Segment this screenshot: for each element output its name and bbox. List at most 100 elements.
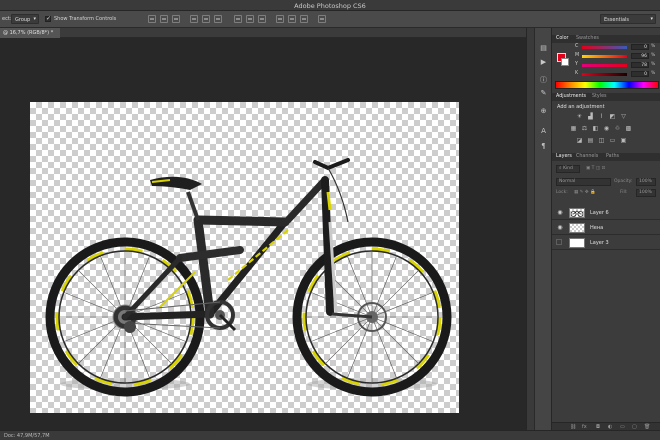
tab-adjustments[interactable]: Adjustments [556, 94, 586, 99]
layer-style-icon[interactable]: fx [582, 424, 587, 430]
black-value[interactable]: 0 [631, 71, 649, 77]
color-lookup-icon[interactable]: ▩ [625, 125, 632, 132]
magenta-slider-row[interactable]: M 96 % [575, 53, 659, 60]
distribute-right-icon[interactable] [300, 15, 308, 23]
align-right-icon[interactable] [214, 15, 222, 23]
opacity-value: 100% [639, 179, 652, 184]
cyan-slider[interactable] [582, 46, 627, 49]
color-spectrum-ramp[interactable] [555, 81, 659, 89]
new-adjustment-icon[interactable]: ◐ [608, 424, 612, 430]
black-slider[interactable] [582, 73, 627, 76]
document-tab[interactable]: @ 16,7% (RGB/8*) * [0, 28, 60, 38]
selective-color-icon[interactable]: ▣ [620, 137, 627, 144]
canvas-area[interactable] [0, 38, 526, 430]
align-top-icon[interactable] [148, 15, 156, 23]
tab-swatches[interactable]: Swatches [576, 36, 599, 41]
auto-align-icon[interactable] [318, 15, 326, 23]
add-mask-icon[interactable]: ◘ [596, 424, 600, 430]
filter-kind-value: Kind [562, 166, 573, 171]
photo-filter-icon[interactable]: ◉ [603, 125, 610, 132]
tab-color[interactable]: Color [556, 36, 569, 41]
layer-name[interactable]: Layer 6 [590, 210, 609, 216]
align-hcenter-icon[interactable] [202, 15, 210, 23]
filter-kind-dropdown[interactable]: ⌕ Kind [556, 165, 580, 173]
opacity-field[interactable]: 100% [636, 178, 656, 186]
brightness-icon[interactable]: ☀ [576, 113, 583, 120]
distribute-bottom-icon[interactable] [258, 15, 266, 23]
cyan-percent: % [651, 44, 656, 49]
auto-select-dropdown[interactable]: Group ▾ [11, 14, 39, 24]
document-canvas[interactable] [30, 102, 459, 413]
cyan-value[interactable]: 0 [631, 44, 649, 50]
paragraph-icon[interactable]: ¶ [538, 141, 549, 151]
threshold-icon[interactable]: ◫ [598, 137, 605, 144]
new-group-icon[interactable]: ▭ [620, 424, 625, 430]
magenta-value[interactable]: 96 [631, 53, 649, 59]
distribute-vcenter-icon[interactable] [246, 15, 254, 23]
vibrance-icon[interactable]: ▽ [620, 113, 627, 120]
gradient-map-icon[interactable]: ▭ [609, 137, 616, 144]
align-vcenter-icon[interactable] [160, 15, 168, 23]
tab-layers[interactable]: Layers [556, 154, 572, 159]
background-color-swatch[interactable] [561, 58, 569, 66]
color-panel-tabs: Color Swatches [552, 35, 660, 43]
lock-row: Lock: ▦ ✎ ✥ 🔒 Fill: 100% [554, 189, 659, 197]
align-bottom-icon[interactable] [172, 15, 180, 23]
curves-icon[interactable]: ⌇ [598, 113, 605, 120]
show-transform-label: Show Transform Controls [54, 16, 117, 22]
tab-styles[interactable]: Styles [592, 94, 607, 99]
exposure-icon[interactable]: ◩ [609, 113, 616, 120]
clone-source-icon[interactable]: ⊕ [538, 106, 549, 116]
visibility-eye-icon[interactable]: ◉ [556, 209, 564, 217]
layer-name[interactable]: Layer 3 [590, 240, 609, 246]
yellow-slider[interactable] [582, 64, 627, 67]
distribute-left-icon[interactable] [276, 15, 284, 23]
fill-label: Fill: [620, 190, 628, 195]
layers-panel-tabs: Layers Channels Paths [552, 153, 660, 161]
layer-row[interactable]: ◉ Layer 6 [552, 206, 660, 220]
distribute-hcenter-icon[interactable] [288, 15, 296, 23]
posterize-icon[interactable]: ▤ [587, 137, 594, 144]
layer-name[interactable]: Нена [590, 225, 603, 231]
character-icon[interactable]: A [538, 126, 549, 136]
new-layer-icon[interactable]: ▢ [632, 424, 637, 430]
delete-layer-icon[interactable]: 🗑 [644, 424, 650, 430]
distribute-top-icon[interactable] [234, 15, 242, 23]
fill-field[interactable]: 100% [636, 189, 656, 197]
cyan-slider-row[interactable]: C 0 % [575, 44, 659, 51]
layer-row[interactable]: ◉ Нена [552, 221, 660, 235]
layer-row[interactable]: Layer 3 [552, 236, 660, 250]
black-white-icon[interactable]: ◧ [592, 125, 599, 132]
workspace-value: Essentials [604, 16, 630, 23]
levels-icon[interactable]: ▟ [587, 113, 594, 120]
collapsed-panel-strip[interactable] [526, 28, 534, 430]
hue-saturation-icon[interactable]: ▦ [570, 125, 577, 132]
doc-size: Doc: 47,9M/57,7M [4, 433, 50, 439]
lock-icons[interactable]: ▦ ✎ ✥ 🔒 [574, 189, 596, 197]
history-icon[interactable]: ▤ [538, 43, 549, 53]
brush-preset-icon[interactable]: ✎ [538, 88, 549, 98]
yellow-value[interactable]: 78 [631, 62, 649, 68]
visibility-eye-icon[interactable]: ◉ [556, 224, 564, 232]
tab-channels[interactable]: Channels [576, 154, 598, 159]
magenta-percent: % [651, 53, 656, 58]
magenta-slider[interactable] [582, 55, 627, 58]
color-balance-icon[interactable]: ⚖ [581, 125, 588, 132]
workspace-switcher[interactable]: Essentials ▾ [600, 14, 656, 24]
visibility-toggle-empty[interactable] [556, 239, 562, 245]
black-slider-row[interactable]: K 0 % [575, 71, 659, 78]
align-left-icon[interactable] [190, 15, 198, 23]
channel-mixer-icon[interactable]: ♲ [614, 125, 621, 132]
link-layers-icon[interactable]: ⛓ [570, 424, 576, 430]
black-percent: % [651, 71, 656, 76]
show-transform-checkbox[interactable] [45, 15, 51, 22]
tab-paths[interactable]: Paths [606, 154, 619, 159]
actions-play-icon[interactable]: ▶ [538, 57, 549, 67]
blend-mode-dropdown[interactable]: Normal [556, 178, 611, 186]
document-tab-bar: @ 16,7% (RGB/8*) * [0, 28, 530, 38]
info-icon[interactable]: ⓘ [538, 75, 549, 85]
invert-icon[interactable]: ◪ [576, 137, 583, 144]
yellow-slider-row[interactable]: Y 78 % [575, 62, 659, 69]
status-bar: Doc: 47,9M/57,7M [0, 430, 660, 440]
filter-icons[interactable]: ▣ T ◫ ⊡ [586, 165, 605, 173]
